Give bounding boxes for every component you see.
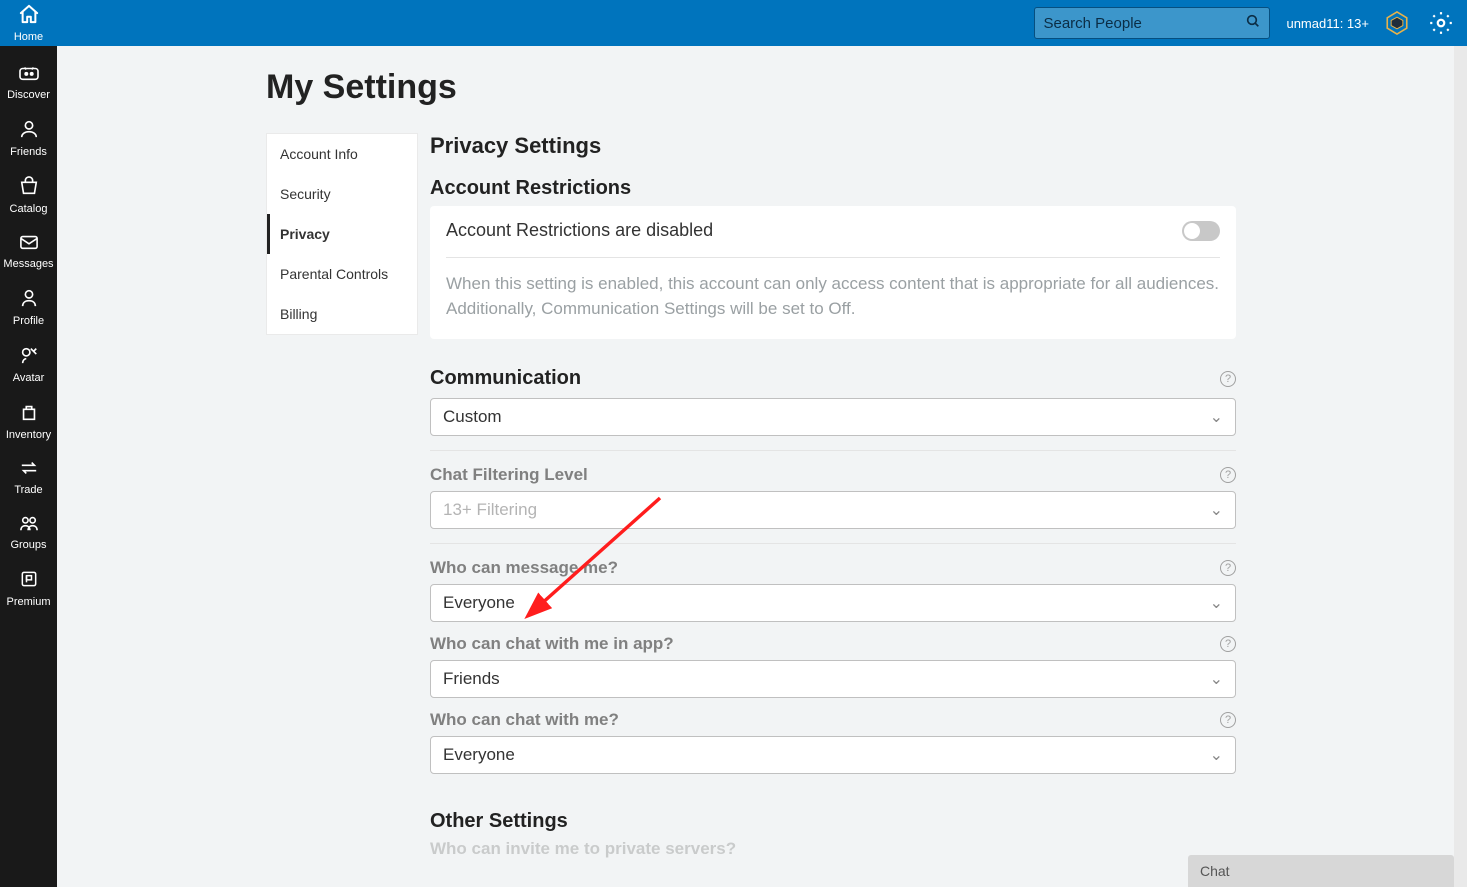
sidenav-item-groups[interactable]: Groups <box>0 506 57 561</box>
sidenav-item-discover[interactable]: Discover <box>0 56 57 111</box>
chat-filtering-select: 13+ Filtering ⌄ <box>430 491 1236 529</box>
sidenav-label: Trade <box>14 484 42 496</box>
account-restrictions-heading: Account Restrictions <box>430 177 1236 200</box>
trade-icon <box>18 459 40 480</box>
select-value: Everyone <box>443 745 515 765</box>
sidenav-label: Groups <box>10 539 46 551</box>
chat-bar[interactable]: Chat <box>1188 855 1454 887</box>
other-settings-heading: Other Settings <box>430 810 1236 833</box>
restrictions-description: When this setting is enabled, this accou… <box>446 272 1220 321</box>
who-chat-select[interactable]: Everyone ⌄ <box>430 736 1236 774</box>
tab-billing[interactable]: Billing <box>267 294 417 334</box>
help-icon[interactable]: ? <box>1220 712 1236 728</box>
settings-body: Privacy Settings Account Restrictions Ac… <box>430 133 1236 887</box>
communication-mode-select[interactable]: Custom ⌄ <box>430 398 1236 436</box>
home-label: Home <box>14 31 43 43</box>
sidenav-label: Avatar <box>13 372 45 384</box>
sidenav-item-messages[interactable]: Messages <box>0 225 57 280</box>
sidenav-item-premium[interactable]: Premium <box>0 561 57 618</box>
sidenav-label: Profile <box>13 315 44 327</box>
restrictions-status: Account Restrictions are disabled <box>446 220 713 241</box>
sidenav-item-profile[interactable]: Profile <box>0 280 57 337</box>
sidenav-label: Inventory <box>6 429 51 441</box>
avatar-icon <box>18 345 40 368</box>
search-box[interactable] <box>1034 7 1270 39</box>
sidenav-item-catalog[interactable]: Catalog <box>0 168 57 225</box>
chevron-down-icon: ⌄ <box>1210 745 1223 765</box>
search-icon <box>1245 13 1261 34</box>
invite-label: Who can invite me to private servers? <box>430 839 736 858</box>
chevron-down-icon: ⌄ <box>1210 669 1223 689</box>
chat-bar-label: Chat <box>1200 863 1230 879</box>
who-message-label: Who can message me? <box>430 558 618 578</box>
help-icon[interactable]: ? <box>1220 371 1236 387</box>
sidenav-item-inventory[interactable]: Inventory <box>0 394 57 451</box>
chevron-down-icon: ⌄ <box>1210 593 1223 613</box>
topbar: Home unmad11: 13+ <box>0 0 1467 46</box>
tab-account-info[interactable]: Account Info <box>267 134 417 174</box>
sidenav-label: Messages <box>3 258 53 270</box>
sidenav-label: Discover <box>7 89 50 101</box>
select-value: Friends <box>443 669 500 689</box>
sidenav-label: Friends <box>10 146 47 158</box>
scrollbar[interactable] <box>1454 46 1467 887</box>
tab-security[interactable]: Security <box>267 174 417 214</box>
select-value: 13+ Filtering <box>443 500 537 520</box>
sidenav-item-friends[interactable]: Friends <box>0 111 57 168</box>
chevron-down-icon: ⌄ <box>1210 407 1223 427</box>
home-icon <box>18 4 40 29</box>
sidenav-label: Premium <box>6 596 50 608</box>
help-icon[interactable]: ? <box>1220 560 1236 576</box>
search-input[interactable] <box>1043 15 1245 32</box>
chevron-down-icon: ⌄ <box>1210 500 1223 520</box>
privacy-heading: Privacy Settings <box>430 133 1236 159</box>
groups-icon <box>18 514 40 535</box>
sidenav-item-avatar[interactable]: Avatar <box>0 337 57 394</box>
help-icon[interactable]: ? <box>1220 467 1236 483</box>
select-value: Custom <box>443 407 502 427</box>
tab-privacy[interactable]: Privacy <box>267 214 417 254</box>
who-chat-app-select[interactable]: Friends ⌄ <box>430 660 1236 698</box>
content-area: My Settings Account Info Security Privac… <box>57 46 1467 887</box>
chat-filtering-label: Chat Filtering Level <box>430 465 588 485</box>
discover-icon <box>18 64 40 85</box>
who-message-select[interactable]: Everyone ⌄ <box>430 584 1236 622</box>
sidenav-item-trade[interactable]: Trade <box>0 451 57 506</box>
account-restrictions-card: Account Restrictions are disabled When t… <box>430 206 1236 339</box>
premium-icon <box>19 569 39 592</box>
restrictions-toggle[interactable] <box>1182 221 1220 241</box>
catalog-icon <box>18 176 40 199</box>
friends-icon <box>18 119 40 142</box>
inventory-icon <box>18 402 40 425</box>
page-title: My Settings <box>266 68 1236 107</box>
sidenav: Discover Friends Catalog Messages Profil… <box>0 46 57 887</box>
settings-tabs: Account Info Security Privacy Parental C… <box>266 133 418 335</box>
messages-icon <box>18 233 40 254</box>
select-value: Everyone <box>443 593 515 613</box>
robux-icon[interactable] <box>1383 9 1411 37</box>
tab-parental-controls[interactable]: Parental Controls <box>267 254 417 294</box>
profile-icon <box>18 288 40 311</box>
user-age-label: unmad11: 13+ <box>1286 16 1369 31</box>
sidenav-label: Catalog <box>10 203 48 215</box>
who-chat-app-label: Who can chat with me in app? <box>430 634 674 654</box>
home-button[interactable]: Home <box>0 0 57 46</box>
who-chat-label: Who can chat with me? <box>430 710 619 730</box>
help-icon[interactable]: ? <box>1220 636 1236 652</box>
communication-heading: Communication <box>430 367 581 390</box>
settings-gear-button[interactable] <box>1425 7 1457 39</box>
